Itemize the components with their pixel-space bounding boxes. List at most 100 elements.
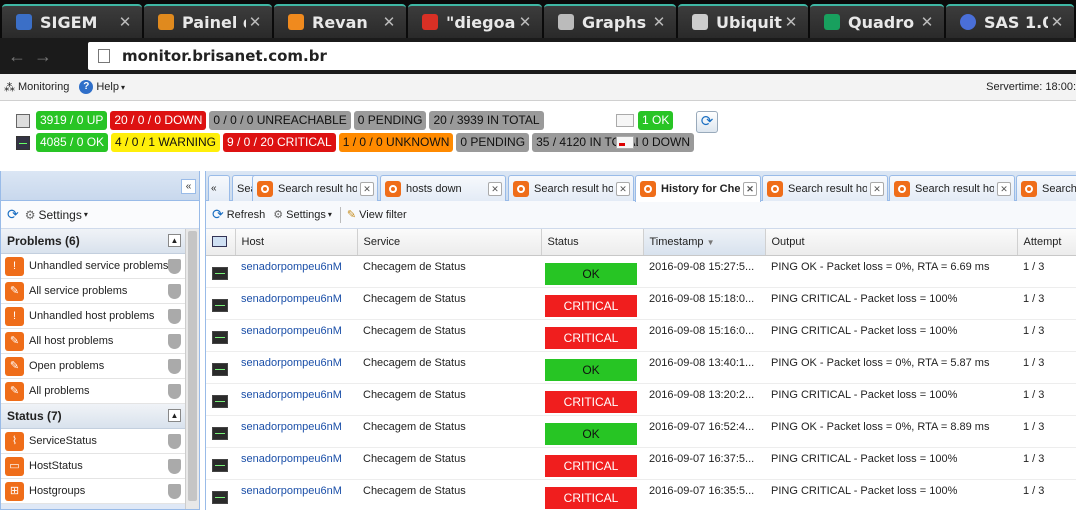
back-arrow-icon[interactable]: ← xyxy=(4,46,30,67)
host-cell[interactable]: senadorpompeu6nM xyxy=(235,287,357,320)
host-link[interactable]: senadorpompeu6nM xyxy=(241,389,342,401)
host-cell[interactable]: senadorpompeu6nM xyxy=(235,447,357,480)
refresh-icon[interactable]: ⟳ xyxy=(7,206,19,223)
sidebar-item-hostgroups[interactable]: ⊞ Hostgroups xyxy=(1,479,199,504)
hosts-down-badge[interactable]: 20 / 0 / 0 DOWN xyxy=(110,111,207,130)
close-icon[interactable]: ✕ xyxy=(616,181,630,196)
sidebar-item-unhandled-host-problems[interactable]: ! Unhandled host problems xyxy=(1,304,199,329)
table-row[interactable]: senadorpompeu6nM Checagem de Status OK 2… xyxy=(206,351,1076,384)
collapse-up-icon[interactable]: ▲ xyxy=(168,409,181,422)
browser-tab[interactable]: Painel d ✕ xyxy=(144,4,272,38)
column-header-status[interactable]: Status xyxy=(541,229,644,256)
refresh-summary-button[interactable]: ⟳ xyxy=(696,111,718,133)
browser-tab[interactable]: Quadro ✕ xyxy=(810,4,944,38)
extra-ok-badge[interactable]: 1 OK xyxy=(638,111,674,130)
host-cell[interactable]: senadorpompeu6nM xyxy=(235,319,357,352)
close-icon[interactable]: ✕ xyxy=(380,13,398,31)
table-row[interactable]: senadorpompeu6nM Checagem de Status OK 2… xyxy=(206,415,1076,448)
table-row[interactable]: senadorpompeu6nM Checagem de Status OK 2… xyxy=(206,255,1076,288)
host-link[interactable]: senadorpompeu6nM xyxy=(241,421,342,433)
panel-tab[interactable]: Search result ho ✕ xyxy=(508,175,634,201)
column-header-attempt[interactable]: Attempt xyxy=(1017,229,1076,256)
close-icon[interactable]: ✕ xyxy=(488,181,502,196)
host-cell[interactable]: senadorpompeu6nM xyxy=(235,255,357,288)
services-unknown-badge[interactable]: 1 / 0 / 0 UNKNOWN xyxy=(338,133,454,152)
table-row[interactable]: senadorpompeu6nM Checagem de Status CRIT… xyxy=(206,447,1076,480)
host-cell[interactable]: senadorpompeu6nM xyxy=(235,479,357,510)
sidebar-group-problems[interactable]: Problems (6) ▲ xyxy=(1,229,199,254)
services-warning-badge[interactable]: 4 / 0 / 1 WARNING xyxy=(111,133,220,152)
sidebar-settings-button[interactable]: Settings xyxy=(39,208,82,222)
host-link[interactable]: senadorpompeu6nM xyxy=(241,261,342,273)
hosts-total-badge[interactable]: 20 / 3939 IN TOTAL xyxy=(429,111,544,130)
close-icon[interactable]: ✕ xyxy=(516,13,534,31)
browser-tab[interactable]: "diegoa ✕ xyxy=(408,4,542,38)
services-critical-badge[interactable]: 9 / 0 / 20 CRITICAL xyxy=(222,133,336,152)
tab-scroll-left[interactable]: « xyxy=(208,175,230,201)
host-link[interactable]: senadorpompeu6nM xyxy=(241,293,342,305)
browser-tab[interactable]: Ubiquiti ✕ xyxy=(678,4,808,38)
panel-tab[interactable]: Search result ho ✕ xyxy=(889,175,1015,201)
close-icon[interactable]: ✕ xyxy=(360,181,374,196)
host-cell[interactable]: senadorpompeu6nM xyxy=(235,351,357,384)
host-link[interactable]: senadorpompeu6nM xyxy=(241,453,342,465)
table-row[interactable]: senadorpompeu6nM Checagem de Status CRIT… xyxy=(206,479,1076,510)
close-icon[interactable]: ✕ xyxy=(997,181,1011,196)
hosts-pending-badge[interactable]: 0 PENDING xyxy=(353,111,427,130)
extra-down-badge[interactable]: 0 DOWN xyxy=(638,133,694,152)
sidebar-item-open-problems[interactable]: ✎ Open problems xyxy=(1,354,199,379)
panel-tab[interactable]: hosts down ✕ xyxy=(380,175,506,201)
sidebar-item-all-service-problems[interactable]: ✎ All service problems xyxy=(1,279,199,304)
scrollbar-thumb[interactable] xyxy=(188,231,197,501)
browser-tab[interactable]: SAS 1.0 ✕ xyxy=(946,4,1074,38)
monitoring-menu[interactable]: ⁂ Monitoring xyxy=(4,81,69,94)
panel-tab-active[interactable]: History for Che ✕ xyxy=(635,175,761,202)
close-icon[interactable]: ✕ xyxy=(918,13,936,31)
browser-tab[interactable]: SIGEM ✕ xyxy=(2,4,142,38)
settings-button[interactable]: ⚙ Settings ▾ xyxy=(273,208,332,222)
url-field[interactable]: monitor.brisanet.com.br xyxy=(88,42,1076,70)
close-icon[interactable]: ✕ xyxy=(116,13,134,31)
icon-column-header[interactable] xyxy=(206,229,236,256)
collapse-left-icon[interactable]: « xyxy=(181,179,196,194)
forward-arrow-icon[interactable]: → xyxy=(30,46,56,67)
close-icon[interactable]: ✕ xyxy=(650,13,668,31)
sidebar-item-hoststatus[interactable]: ▭ HostStatus xyxy=(1,454,199,479)
close-icon[interactable]: ✕ xyxy=(782,13,800,31)
sidebar-group-status[interactable]: Status (7) ▲ xyxy=(1,404,199,429)
panel-tab[interactable]: Search result ho ✕ xyxy=(762,175,888,201)
table-row[interactable]: senadorpompeu6nM Checagem de Status CRIT… xyxy=(206,319,1076,352)
column-header-service[interactable]: Service xyxy=(357,229,542,256)
host-link[interactable]: senadorpompeu6nM xyxy=(241,485,342,497)
close-icon[interactable]: ✕ xyxy=(743,182,757,196)
refresh-button[interactable]: ⟳ Refresh xyxy=(212,206,265,223)
services-pending-badge[interactable]: 0 PENDING xyxy=(456,133,530,152)
hosts-up-badge[interactable]: 3919 / 0 UP xyxy=(36,111,108,130)
close-icon[interactable]: ✕ xyxy=(870,181,884,196)
panel-tab[interactable]: Search result ho ✕ xyxy=(252,175,378,201)
sidebar-item-all-host-problems[interactable]: ✎ All host problems xyxy=(1,329,199,354)
table-row[interactable]: senadorpompeu6nM Checagem de Status CRIT… xyxy=(206,287,1076,320)
host-cell[interactable]: senadorpompeu6nM xyxy=(235,383,357,416)
sidebar-item-servicestatus[interactable]: ⌇ ServiceStatus xyxy=(1,429,199,454)
column-header-host[interactable]: Host xyxy=(235,229,358,256)
column-header-timestamp[interactable]: Timestamp ▼ xyxy=(643,229,766,256)
help-menu[interactable]: ? Help ▾ xyxy=(79,80,125,94)
services-ok-badge[interactable]: 4085 / 0 OK xyxy=(36,133,109,152)
collapse-up-icon[interactable]: ▲ xyxy=(168,234,181,247)
browser-tab[interactable]: Revan ✕ xyxy=(274,4,406,38)
sidebar-item-all-problems[interactable]: ✎ All problems xyxy=(1,379,199,404)
host-link[interactable]: senadorpompeu6nM xyxy=(241,325,342,337)
hosts-unreachable-badge[interactable]: 0 / 0 / 0 UNREACHABLE xyxy=(209,111,351,130)
close-icon[interactable]: ✕ xyxy=(1048,13,1066,31)
sidebar-scrollbar[interactable] xyxy=(185,229,199,509)
browser-tab[interactable]: Graphs ✕ xyxy=(544,4,676,38)
panel-tab[interactable]: Search xyxy=(1016,175,1076,201)
host-link[interactable]: senadorpompeu6nM xyxy=(241,357,342,369)
view-filter-button[interactable]: ✎ View filter xyxy=(347,208,407,222)
table-row[interactable]: senadorpompeu6nM Checagem de Status CRIT… xyxy=(206,383,1076,416)
sidebar-item-unhandled-service-problems[interactable]: ! Unhandled service problems xyxy=(1,254,199,279)
column-header-output[interactable]: Output xyxy=(765,229,1018,256)
close-icon[interactable]: ✕ xyxy=(246,13,264,31)
host-cell[interactable]: senadorpompeu6nM xyxy=(235,415,357,448)
